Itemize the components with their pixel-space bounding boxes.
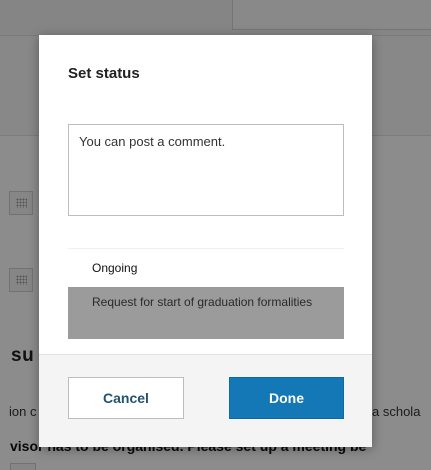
done-button[interactable]: Done (229, 377, 344, 419)
comment-textarea[interactable] (68, 124, 344, 216)
cancel-button[interactable]: Cancel (68, 377, 184, 419)
status-option-graduation-formalities[interactable]: Request for start of graduation formalit… (68, 287, 344, 339)
set-status-dialog: Set status Ongoing Request for start of … (39, 35, 372, 447)
status-option-ongoing[interactable]: Ongoing (68, 249, 344, 287)
status-option-list: Ongoing Request for start of graduation … (68, 248, 344, 339)
dialog-footer: Cancel Done (39, 354, 372, 447)
dialog-title: Set status (68, 65, 140, 82)
